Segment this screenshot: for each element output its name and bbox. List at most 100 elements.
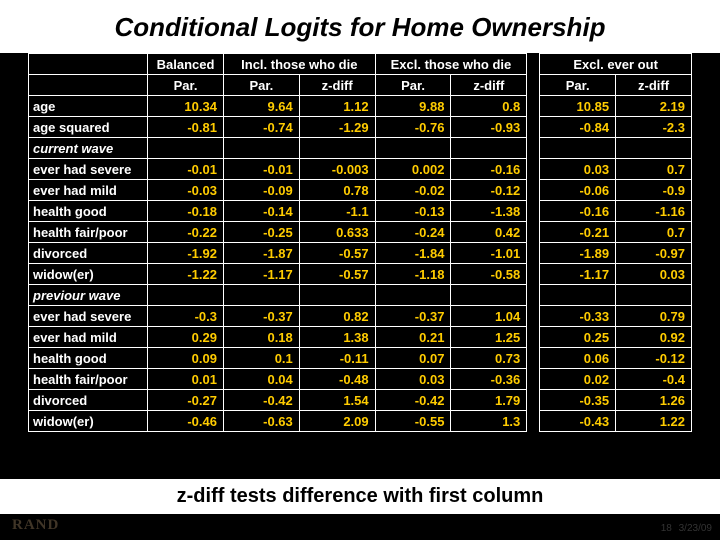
- table-row: health good0.090.1-0.110.070.730.06-0.12: [29, 348, 692, 369]
- cell-value: -1.17: [540, 264, 616, 285]
- cell-value: -0.03: [148, 180, 224, 201]
- cell-value: 0.1: [223, 348, 299, 369]
- caption: z-diff tests difference with first colum…: [0, 479, 720, 514]
- row-label: health fair/poor: [29, 369, 148, 390]
- row-label: current wave: [29, 138, 148, 159]
- subhead-zdiff: z-diff: [299, 75, 375, 96]
- cell-value: -0.22: [148, 222, 224, 243]
- table-row: ever had severe-0.01-0.01-0.0030.002-0.1…: [29, 159, 692, 180]
- cell-value: [299, 138, 375, 159]
- subhead-zdiff: z-diff: [451, 75, 527, 96]
- cell-value: -0.9: [616, 180, 692, 201]
- table-row: age10.349.641.129.880.810.852.19: [29, 96, 692, 117]
- cell-value: -0.43: [540, 411, 616, 432]
- cell-value: -1.89: [540, 243, 616, 264]
- cell-value: -0.16: [451, 159, 527, 180]
- cell-value: -1.22: [148, 264, 224, 285]
- row-label: health good: [29, 201, 148, 222]
- cell-value: 0.8: [451, 96, 527, 117]
- cell-value: -0.02: [375, 180, 451, 201]
- cell-value: -0.24: [375, 222, 451, 243]
- cell-value: -0.003: [299, 159, 375, 180]
- cell-value: 0.42: [451, 222, 527, 243]
- subhead-par: Par.: [375, 75, 451, 96]
- row-label: previour wave: [29, 285, 148, 306]
- cell-value: 0.01: [148, 369, 224, 390]
- col-spacer: [527, 54, 540, 75]
- cell-value: 1.12: [299, 96, 375, 117]
- brand-logo: RAND: [12, 517, 59, 534]
- cell-spacer: [527, 411, 540, 432]
- table-body: age10.349.641.129.880.810.852.19age squa…: [29, 96, 692, 432]
- cell-value: 0.78: [299, 180, 375, 201]
- subhead-par: Par.: [148, 75, 224, 96]
- cell-value: -0.76: [375, 117, 451, 138]
- table-row: ever had severe-0.3-0.370.82-0.371.04-0.…: [29, 306, 692, 327]
- cell-value: -0.33: [540, 306, 616, 327]
- cell-value: 0.7: [616, 222, 692, 243]
- cell-spacer: [527, 243, 540, 264]
- cell-value: -0.46: [148, 411, 224, 432]
- cell-value: 0.002: [375, 159, 451, 180]
- cell-spacer: [527, 180, 540, 201]
- cell-value: -1.1: [299, 201, 375, 222]
- row-label: health fair/poor: [29, 222, 148, 243]
- cell-value: -0.21: [540, 222, 616, 243]
- table-row: ever had mild-0.03-0.090.78-0.02-0.12-0.…: [29, 180, 692, 201]
- cell-value: -1.01: [451, 243, 527, 264]
- cell-value: -0.35: [540, 390, 616, 411]
- cell-value: 0.03: [616, 264, 692, 285]
- cell-value: 0.7: [616, 159, 692, 180]
- cell-value: 0.18: [223, 327, 299, 348]
- row-label: age: [29, 96, 148, 117]
- cell-value: -1.18: [375, 264, 451, 285]
- cell-value: 1.38: [299, 327, 375, 348]
- cell-spacer: [527, 285, 540, 306]
- cell-value: [375, 138, 451, 159]
- cell-value: -0.01: [223, 159, 299, 180]
- cell-value: 0.73: [451, 348, 527, 369]
- cell-spacer: [527, 201, 540, 222]
- cell-value: -0.57: [299, 264, 375, 285]
- cell-spacer: [527, 348, 540, 369]
- cell-value: -0.09: [223, 180, 299, 201]
- row-label: divorced: [29, 390, 148, 411]
- slide-title: Conditional Logits for Home Ownership: [0, 0, 720, 53]
- cell-value: -0.4: [616, 369, 692, 390]
- subhead-par: Par.: [223, 75, 299, 96]
- cell-value: -0.42: [375, 390, 451, 411]
- cell-value: [148, 138, 224, 159]
- cell-value: -1.16: [616, 201, 692, 222]
- table-head: Balanced Incl. those who die Excl. those…: [29, 54, 692, 96]
- col-excl-everout: Excl. ever out: [540, 54, 692, 75]
- row-label: ever had severe: [29, 306, 148, 327]
- cell-value: -2.3: [616, 117, 692, 138]
- cell-value: [223, 138, 299, 159]
- cell-value: -0.06: [540, 180, 616, 201]
- cell-spacer: [527, 369, 540, 390]
- table-row: widow(er)-1.22-1.17-0.57-1.18-0.58-1.170…: [29, 264, 692, 285]
- cell-value: [375, 285, 451, 306]
- subhead-zdiff: z-diff: [616, 75, 692, 96]
- cell-spacer: [527, 390, 540, 411]
- cell-spacer: [527, 96, 540, 117]
- cell-value: -0.11: [299, 348, 375, 369]
- cell-value: 0.25: [540, 327, 616, 348]
- col-balanced: Balanced: [148, 54, 224, 75]
- cell-value: 1.04: [451, 306, 527, 327]
- cell-value: -0.93: [451, 117, 527, 138]
- cell-value: 0.07: [375, 348, 451, 369]
- cell-value: -0.27: [148, 390, 224, 411]
- cell-value: -1.17: [223, 264, 299, 285]
- cell-value: -0.36: [451, 369, 527, 390]
- row-label: ever had severe: [29, 159, 148, 180]
- table-row: ever had mild0.290.181.380.211.250.250.9…: [29, 327, 692, 348]
- cell-value: -0.74: [223, 117, 299, 138]
- cell-value: -0.18: [148, 201, 224, 222]
- cell-value: -0.48: [299, 369, 375, 390]
- cell-value: [616, 285, 692, 306]
- cell-value: -0.12: [451, 180, 527, 201]
- cell-value: -0.37: [223, 306, 299, 327]
- cell-value: -0.3: [148, 306, 224, 327]
- cell-value: 1.25: [451, 327, 527, 348]
